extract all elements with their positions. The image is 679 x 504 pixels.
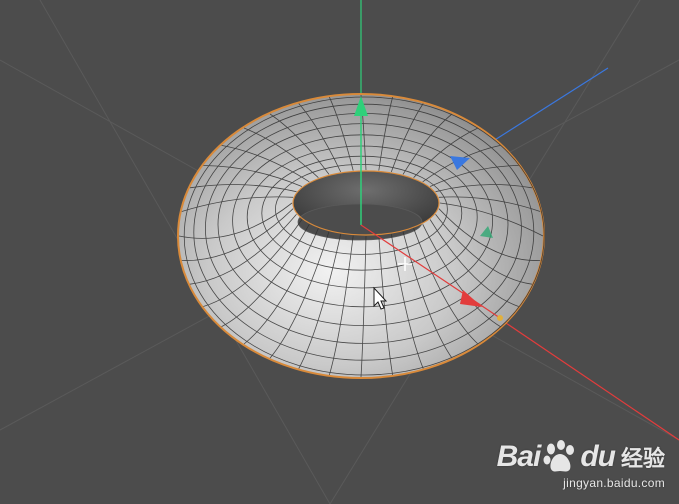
- baidu-jingyan-watermark: Bai du 经验 jingyan.baidu.com: [497, 440, 665, 490]
- watermark-url: jingyan.baidu.com: [563, 476, 665, 490]
- 3d-viewport[interactable]: Bai du 经验 jingyan.baidu.com: [0, 0, 679, 504]
- watermark-brand-right: du: [580, 440, 616, 473]
- viewport-canvas[interactable]: [0, 0, 679, 504]
- watermark-product: 经验: [620, 447, 665, 472]
- watermark-brand-left: Bai: [496, 440, 542, 473]
- baidu-paw-icon: [543, 440, 575, 472]
